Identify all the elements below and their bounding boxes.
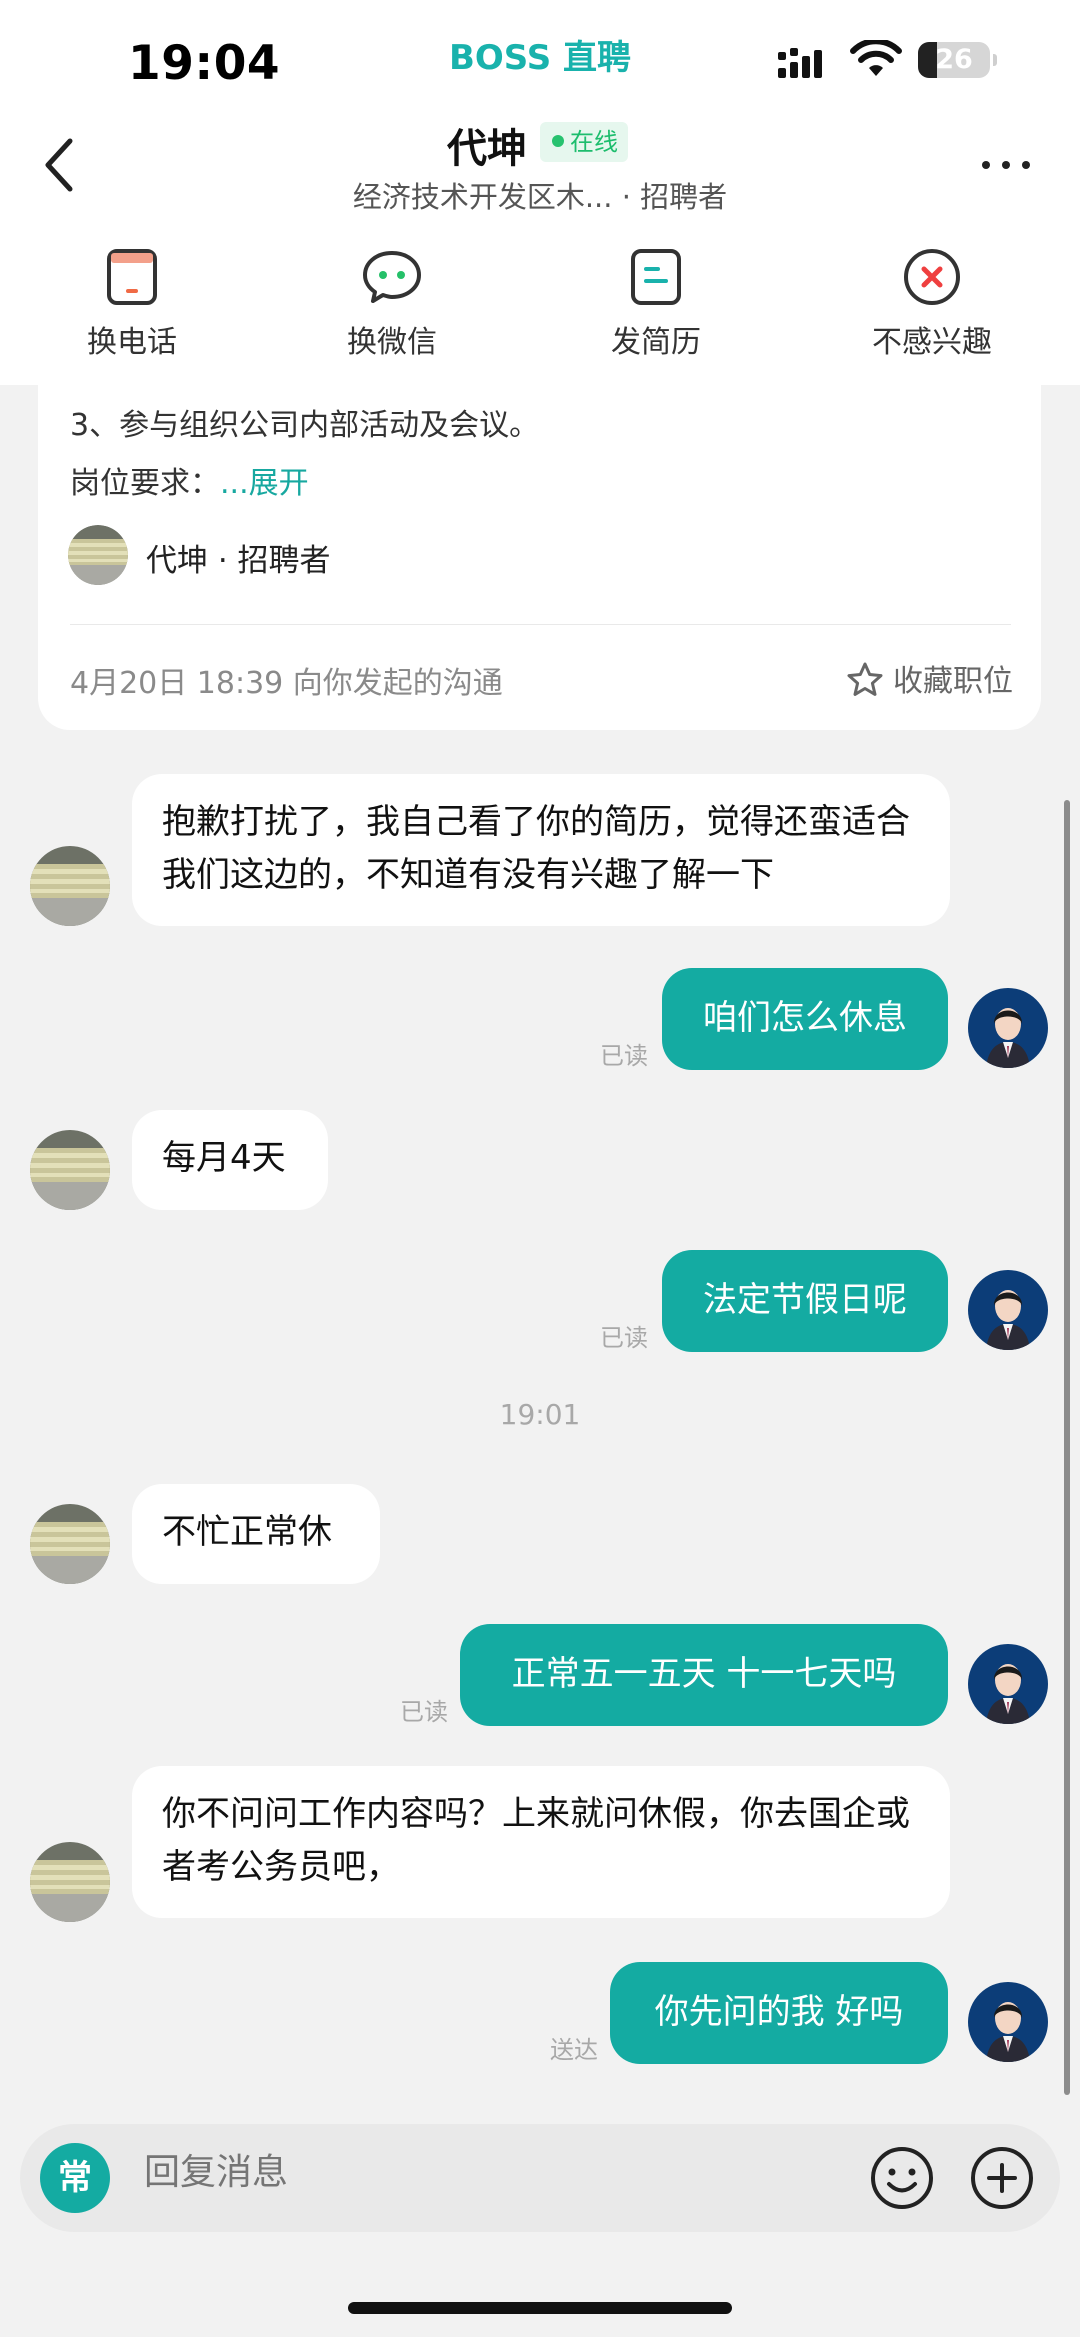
battery-level: 26 (935, 44, 973, 75)
requirement-label: 岗位要求： (70, 466, 220, 501)
read-status: 已读 (600, 1324, 648, 1352)
recruiter-avatar[interactable] (30, 846, 110, 926)
action-bar: 换电话 换微信 发简历 不感兴趣 (0, 245, 1080, 365)
phone-card-icon (107, 249, 157, 305)
chat-initiated-time: 4月20日 18:39 向你发起的沟通 (70, 666, 503, 701)
read-status: 已读 (400, 1698, 448, 1726)
online-label: 在线 (570, 128, 618, 156)
recruiter-avatar[interactable] (30, 1842, 110, 1922)
favorite-label: 收藏职位 (893, 664, 1013, 699)
message-outgoing[interactable]: 正常五一五天 十一七天吗 (460, 1624, 948, 1726)
message-incoming[interactable]: 不忙正常休 (132, 1484, 380, 1584)
recruiter-avatar[interactable] (30, 1130, 110, 1210)
delivered-status: 送达 (550, 2036, 598, 2064)
action-label: 发简历 (611, 325, 701, 360)
quick-phrases-button[interactable]: 常 (40, 2143, 110, 2213)
action-label: 换微信 (347, 325, 437, 360)
job-card[interactable]: 3、参与组织公司内部活动及会议。 岗位要求：...展开 代坤 · 招聘者 4月2… (38, 360, 1041, 730)
scrollbar[interactable] (1064, 800, 1070, 2095)
read-status: 已读 (600, 1042, 648, 1070)
top-bar: 19:04 BOSS 直聘 26 代坤 在线 经济技术开发区木... · 招聘者 (0, 0, 1080, 385)
recruiter-line: 代坤 · 招聘者 (146, 543, 331, 579)
action-label: 换电话 (87, 325, 177, 360)
action-label: 不感兴趣 (872, 325, 992, 360)
message-input[interactable] (144, 2152, 844, 2193)
add-icon[interactable] (968, 2144, 1036, 2212)
message-incoming[interactable]: 你不问问工作内容吗？上来就问休假，你去国企或者考公务员吧， (132, 1766, 950, 1918)
online-badge: 在线 (540, 122, 628, 162)
wifi-icon (850, 40, 902, 76)
home-indicator[interactable] (348, 2302, 732, 2314)
job-duty-line: 3、参与组织公司内部活动及会议。 (70, 408, 540, 443)
my-avatar[interactable] (968, 1644, 1048, 1724)
message-incoming[interactable]: 抱歉打扰了，我自己看了你的简历，觉得还蛮适合我们这边的，不知道有没有兴趣了解一下 (132, 774, 950, 926)
message-outgoing[interactable]: 法定节假日呢 (662, 1250, 948, 1352)
my-avatar[interactable] (968, 1982, 1048, 2062)
wechat-icon (363, 251, 421, 303)
message-input-bar: 常 (20, 2124, 1060, 2232)
not-interested-icon (904, 249, 960, 305)
exchange-wechat-button[interactable]: 换微信 (292, 245, 492, 361)
resume-icon (631, 249, 681, 305)
card-divider (70, 624, 1011, 625)
not-interested-button[interactable]: 不感兴趣 (832, 245, 1032, 361)
recruiter-avatar (68, 525, 128, 585)
more-options-icon[interactable] (976, 140, 1036, 190)
send-resume-button[interactable]: 发简历 (556, 245, 756, 361)
contact-name: 代坤 (447, 126, 527, 172)
expand-link[interactable]: ...展开 (220, 466, 309, 501)
recruiter-avatar[interactable] (30, 1504, 110, 1584)
signal-icon (778, 48, 822, 78)
message-outgoing[interactable]: 咱们怎么休息 (662, 968, 948, 1070)
contact-subtitle: 经济技术开发区木... · 招聘者 (352, 180, 728, 214)
my-avatar[interactable] (968, 1270, 1048, 1350)
emoji-icon[interactable] (868, 2144, 936, 2212)
message-incoming[interactable]: 每月4天 (132, 1110, 328, 1210)
message-outgoing[interactable]: 你先问的我 好吗 (610, 1962, 948, 2064)
job-requirement: 岗位要求：...展开 (70, 458, 309, 502)
exchange-phone-button[interactable]: 换电话 (32, 245, 232, 361)
my-avatar[interactable] (968, 988, 1048, 1068)
timestamp-divider: 19:01 (499, 1398, 581, 1431)
favorite-job-button[interactable]: 收藏职位 (845, 656, 1013, 703)
battery-icon: 26 (918, 42, 997, 78)
star-icon (847, 662, 883, 696)
